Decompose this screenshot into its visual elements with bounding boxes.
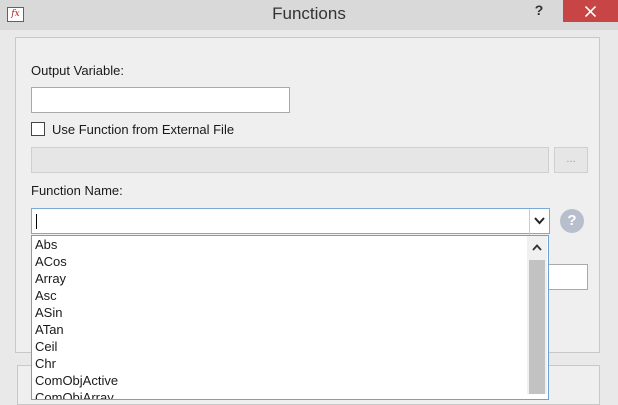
browse-button: ... xyxy=(554,147,588,173)
list-item[interactable]: ASin xyxy=(35,304,62,321)
function-dropdown-list[interactable]: Abs ACos Array Asc ASin ATan Ceil Chr Co… xyxy=(31,235,549,400)
list-item[interactable]: ComObjArray xyxy=(35,389,114,399)
combobox-dropdown-button[interactable] xyxy=(529,209,549,235)
list-item[interactable]: ATan xyxy=(35,321,64,338)
use-external-file-label: Use Function from External File xyxy=(52,122,235,137)
use-external-file-checkbox[interactable] xyxy=(31,122,45,136)
list-item[interactable]: Abs xyxy=(35,236,57,253)
list-item[interactable]: Ceil xyxy=(35,338,57,355)
list-item[interactable]: Chr xyxy=(35,355,56,372)
output-variable-input[interactable] xyxy=(31,87,290,113)
list-item[interactable]: Asc xyxy=(35,287,57,304)
list-item[interactable]: ACos xyxy=(35,253,67,270)
help-button[interactable]: ? xyxy=(528,0,550,22)
list-item[interactable]: ComObjActive xyxy=(35,372,118,389)
scroll-up-button[interactable] xyxy=(527,236,547,258)
function-name-label: Function Name: xyxy=(31,183,123,198)
close-button[interactable] xyxy=(563,0,618,22)
text-caret xyxy=(36,214,37,229)
function-name-combobox[interactable] xyxy=(31,208,550,235)
scroll-thumb[interactable] xyxy=(529,260,545,394)
list-item[interactable]: Array xyxy=(35,270,66,287)
dropdown-scrollbar[interactable] xyxy=(527,236,547,394)
close-icon xyxy=(585,6,596,17)
chevron-up-icon xyxy=(532,244,542,251)
chevron-down-icon xyxy=(534,217,545,225)
output-variable-label: Output Variable: xyxy=(31,63,124,78)
title-bar: fx Functions ? xyxy=(0,0,618,30)
external-file-path-field xyxy=(31,147,549,173)
side-input-field[interactable] xyxy=(548,264,588,290)
help-circle-icon[interactable]: ? xyxy=(560,209,584,233)
window-title: Functions xyxy=(272,4,346,23)
